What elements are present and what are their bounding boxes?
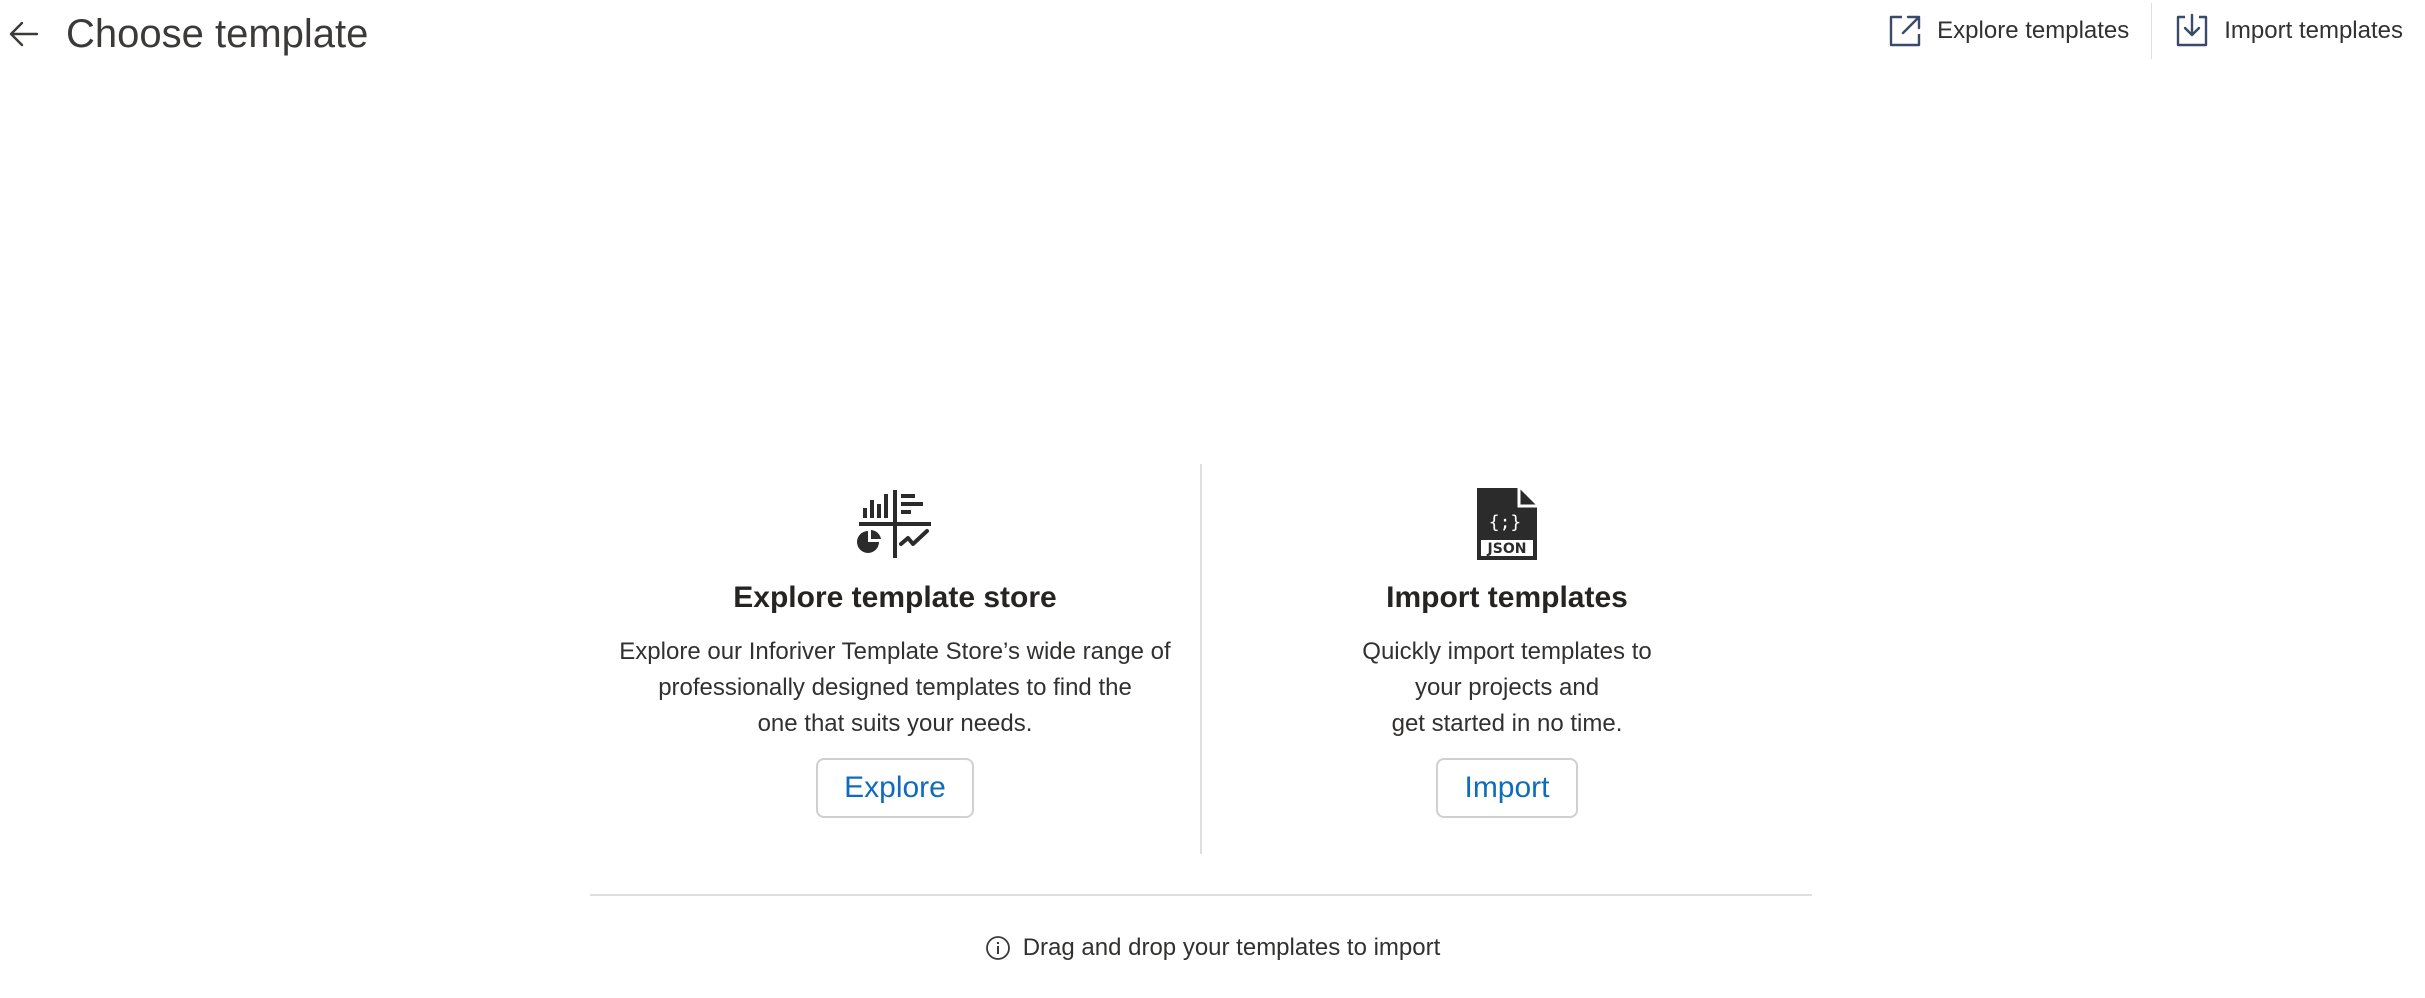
explore-card-heading: Explore template store (733, 581, 1057, 614)
import-button[interactable]: Import (1436, 758, 1578, 818)
horizontal-divider (590, 894, 1812, 896)
import-desc-line: get started in no time. (1391, 710, 1623, 737)
import-desc-line: Quickly import templates to (1362, 638, 1652, 665)
import-card-heading: Import templates (1386, 581, 1628, 614)
arrow-left-icon (9, 21, 39, 47)
back-button[interactable] (4, 14, 44, 54)
explore-button[interactable]: Explore (816, 758, 974, 818)
explore-template-store-card: Explore template store Explore our Infor… (590, 464, 1200, 854)
page-title: Choose template (66, 12, 369, 56)
drag-drop-hint-text: Drag and drop your templates to import (1022, 934, 1441, 961)
json-icon-label: JSON (1487, 541, 1527, 557)
json-file-icon: {;} JSON (1469, 486, 1545, 562)
explore-desc-line: professionally designed templates to fin… (658, 674, 1132, 701)
template-options-panel: Explore template store Explore our Infor… (590, 464, 1812, 854)
import-templates-label: Import templates (2224, 17, 2403, 44)
info-icon (985, 935, 1011, 961)
explore-card-description: Explore our Inforiver Template Store’s w… (619, 634, 1170, 742)
explore-desc-line: one that suits your needs. (757, 710, 1033, 737)
download-tray-icon (2174, 13, 2210, 49)
import-desc-line: your projects and (1414, 674, 1600, 701)
template-store-icon (857, 486, 933, 562)
external-link-icon (1887, 13, 1923, 49)
import-card-description: Quickly import templates to your project… (1362, 634, 1651, 742)
drag-drop-hint: Drag and drop your templates to import (0, 934, 2425, 962)
explore-templates-button[interactable]: Explore templates (1865, 5, 2151, 57)
header-actions: Explore templates Import templates (1865, 0, 2425, 62)
import-templates-card: {;} JSON Import templates Quickly import… (1202, 464, 1812, 854)
explore-templates-label: Explore templates (1937, 17, 2130, 44)
import-templates-button[interactable]: Import templates (2152, 5, 2425, 57)
explore-desc-line: Explore our Inforiver Template Store’s w… (619, 638, 1171, 665)
json-icon-braces: {;} (1489, 512, 1522, 533)
page-header: Choose template Explore templates Import… (0, 0, 2425, 68)
